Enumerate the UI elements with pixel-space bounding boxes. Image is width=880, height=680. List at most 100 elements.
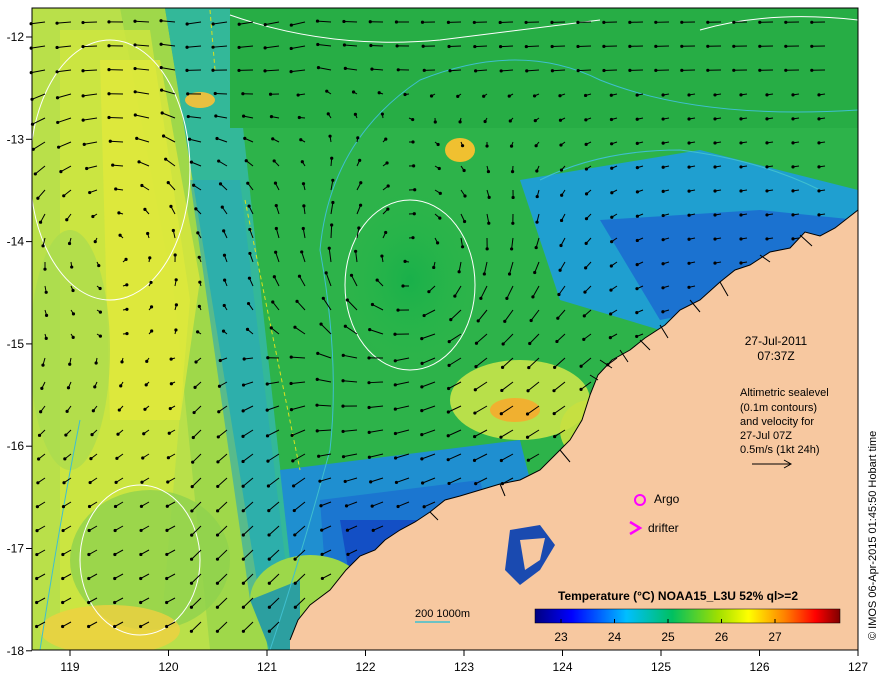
velocity-vector-head xyxy=(351,90,356,94)
velocity-vector-head xyxy=(420,457,424,461)
velocity-vector-head xyxy=(166,456,170,460)
velocity-vector-head xyxy=(396,68,400,72)
velocity-vector-head xyxy=(739,213,743,217)
velocity-vector-head xyxy=(713,213,717,217)
velocity-vector-head xyxy=(267,509,271,513)
velocity-vector-head xyxy=(211,68,215,72)
velocity-vector-head xyxy=(438,191,442,195)
velocity-vector-head xyxy=(384,137,388,141)
date-label: 27-Jul-2011 xyxy=(745,334,808,348)
velocity-vector-head xyxy=(171,228,175,233)
velocity-vector-head xyxy=(237,68,241,73)
velocity-vector-head xyxy=(214,114,218,118)
velocity-vector-head xyxy=(190,509,194,513)
velocity-vector-head xyxy=(449,317,453,322)
velocity-vector-head xyxy=(635,238,639,243)
velocity-vector-head xyxy=(356,136,360,140)
velocity-vector-head xyxy=(732,20,736,24)
velocity-vector-head xyxy=(119,384,123,388)
velocity-vector-head xyxy=(687,213,691,217)
velocity-vector-head xyxy=(299,138,303,142)
velocity-vector-head xyxy=(661,213,665,218)
velocity-vector-head xyxy=(37,433,42,437)
velocity-vector-head xyxy=(420,20,425,24)
velocity-vector-head xyxy=(267,533,271,537)
velocity-vector-head xyxy=(189,557,194,561)
velocity-vector-head xyxy=(505,296,509,301)
velocity-vector-head xyxy=(289,23,293,27)
velocity-vector-head xyxy=(463,194,467,198)
info-line-0: Altimetric sealevel xyxy=(740,387,829,399)
velocity-vector-head xyxy=(367,356,371,360)
velocity-vector-head xyxy=(141,456,145,460)
velocity-vector-head xyxy=(37,457,41,461)
velocity-vector-head xyxy=(133,19,137,23)
velocity-vector-head xyxy=(160,111,164,115)
velocity-vector-head xyxy=(584,266,588,270)
velocity-vector-head xyxy=(609,288,613,292)
velocity-vector-head xyxy=(460,144,465,148)
velocity-vector-head xyxy=(349,273,354,277)
velocity-vector-head xyxy=(534,245,538,250)
velocity-vector-head xyxy=(61,528,65,533)
velocity-vector-head xyxy=(90,433,94,437)
velocity-vector-head xyxy=(739,141,743,145)
velocity-vector-head xyxy=(447,363,451,367)
velocity-vector-head xyxy=(189,605,194,609)
velocity-vector-head xyxy=(185,22,189,26)
velocity-vector-head xyxy=(161,134,166,138)
velocity-vector-head xyxy=(552,411,556,416)
velocity-vector-head xyxy=(579,364,583,368)
velocity-vector-head xyxy=(269,115,274,119)
velocity-vector-head xyxy=(165,528,169,532)
velocity-vector-head xyxy=(458,120,462,124)
velocity-vector-head xyxy=(241,459,245,464)
velocity-vector-head xyxy=(44,336,48,340)
velocity-vector-head xyxy=(447,386,451,391)
velocity-vector-head xyxy=(817,213,821,217)
velocity-vector-head xyxy=(91,409,95,413)
velocity-vector-head xyxy=(584,217,589,221)
velocity-vector-head xyxy=(292,484,296,488)
velocity-vector-head xyxy=(341,429,345,434)
velocity-vector-head xyxy=(486,169,491,174)
velocity-vector-head xyxy=(394,20,399,24)
velocity-vector-head xyxy=(765,141,769,145)
colorbar-tick-label: 23 xyxy=(554,630,568,644)
velocity-vector-head xyxy=(319,322,323,326)
velocity-vector-head xyxy=(216,460,220,464)
velocity-vector-head xyxy=(680,44,684,48)
velocity-vector-head xyxy=(457,270,461,274)
velocity-vector-head xyxy=(237,22,241,26)
velocity-vector-head xyxy=(320,576,324,581)
velocity-vector-head xyxy=(447,339,451,344)
velocity-vector-head xyxy=(159,19,163,23)
velocity-vector-head xyxy=(267,557,271,561)
velocity-vector-head xyxy=(290,433,294,438)
velocity-vector-head xyxy=(36,481,40,485)
velocity-vector-head xyxy=(319,504,323,508)
y-tick-label: -14 xyxy=(7,235,25,249)
velocity-vector-head xyxy=(421,44,425,48)
velocity-vector-head xyxy=(220,205,224,209)
velocity-vector-head xyxy=(215,581,220,585)
velocity-vector-head xyxy=(472,20,476,25)
velocity-vector-head xyxy=(317,454,321,458)
velocity-vector-head xyxy=(500,388,504,393)
velocity-vector-head xyxy=(87,576,91,581)
velocity-vector-head xyxy=(550,69,555,73)
velocity-vector-head xyxy=(35,552,39,557)
velocity-vector-head xyxy=(118,233,122,237)
velocity-vector-head xyxy=(680,20,684,24)
velocity-vector-head xyxy=(39,410,43,414)
velocity-vector-head xyxy=(301,182,306,186)
velocity-vector-head xyxy=(395,44,399,48)
velocity-vector-head xyxy=(315,429,319,433)
velocity-vector-head xyxy=(487,221,491,225)
velocity-vector-head xyxy=(272,275,276,279)
velocity-vector-head xyxy=(394,480,399,485)
velocity-vector-head xyxy=(713,93,717,97)
velocity-vector-head xyxy=(190,533,194,537)
velocity-vector-head xyxy=(507,94,511,98)
velocity-vector-head xyxy=(420,385,424,389)
